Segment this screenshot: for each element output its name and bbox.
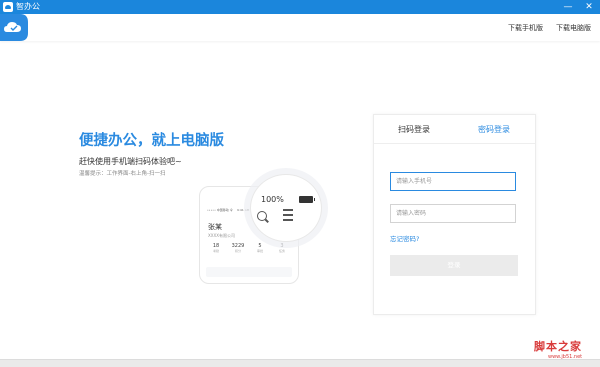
- phone-stat: 18 考勤: [206, 243, 226, 253]
- phone-footer: [206, 267, 292, 277]
- phone-input[interactable]: [390, 172, 516, 191]
- tab-divider: [374, 143, 535, 144]
- battery-icon: [299, 196, 315, 203]
- watermark-text: 脚本之家: [534, 340, 582, 353]
- magnifier-circle: 100%: [250, 174, 322, 242]
- window-title: 智办公: [16, 2, 40, 11]
- phone-stat: 3229 积分: [228, 243, 248, 253]
- title-bar: 智办公 — ✕: [0, 0, 600, 14]
- stat-label: 审批: [256, 249, 263, 253]
- phone-stat: 5 审批: [250, 243, 270, 253]
- tab-qr-login[interactable]: 扫码登录: [398, 125, 430, 135]
- forgot-password-link[interactable]: 忘记密码?: [390, 235, 419, 243]
- phone-time: 9:41 AM: [237, 208, 250, 212]
- hero-title: 便捷办公，就上电脑版: [79, 133, 224, 149]
- hero-subtitle: 赶快使用手机端扫码体验吧~: [79, 157, 182, 166]
- hero-tip: 温馨提示：工作界面-右上角-扫一扫: [79, 171, 166, 177]
- stat-label: 任务: [278, 249, 285, 253]
- phone-carrier: ••••• 中国移动 令: [207, 208, 233, 212]
- minimize-icon[interactable]: —: [559, 0, 577, 14]
- download-desktop-link[interactable]: 下载电脑版: [556, 23, 591, 33]
- download-mobile-link[interactable]: 下载手机版: [508, 23, 543, 33]
- phone-user-name: 张某: [208, 223, 222, 231]
- phone-stat: 3 任务: [272, 243, 292, 253]
- login-button[interactable]: 登录: [390, 255, 518, 276]
- tab-password-login[interactable]: 密码登录: [478, 125, 510, 135]
- menu-icon: [283, 209, 293, 221]
- cloud-logo-icon: [0, 14, 28, 41]
- stat-label: 考勤: [212, 249, 219, 253]
- login-card: 扫码登录 密码登录 忘记密码? 登录: [373, 114, 536, 315]
- phone-company: XXXX有限公司: [208, 233, 235, 238]
- battery-percent: 100%: [261, 195, 284, 204]
- watermark-url: www.jb51.net: [548, 354, 583, 360]
- password-input[interactable]: [390, 204, 516, 223]
- search-icon: [257, 211, 267, 221]
- close-icon[interactable]: ✕: [580, 0, 598, 14]
- app-icon: [3, 2, 13, 12]
- stat-label: 积分: [234, 249, 241, 253]
